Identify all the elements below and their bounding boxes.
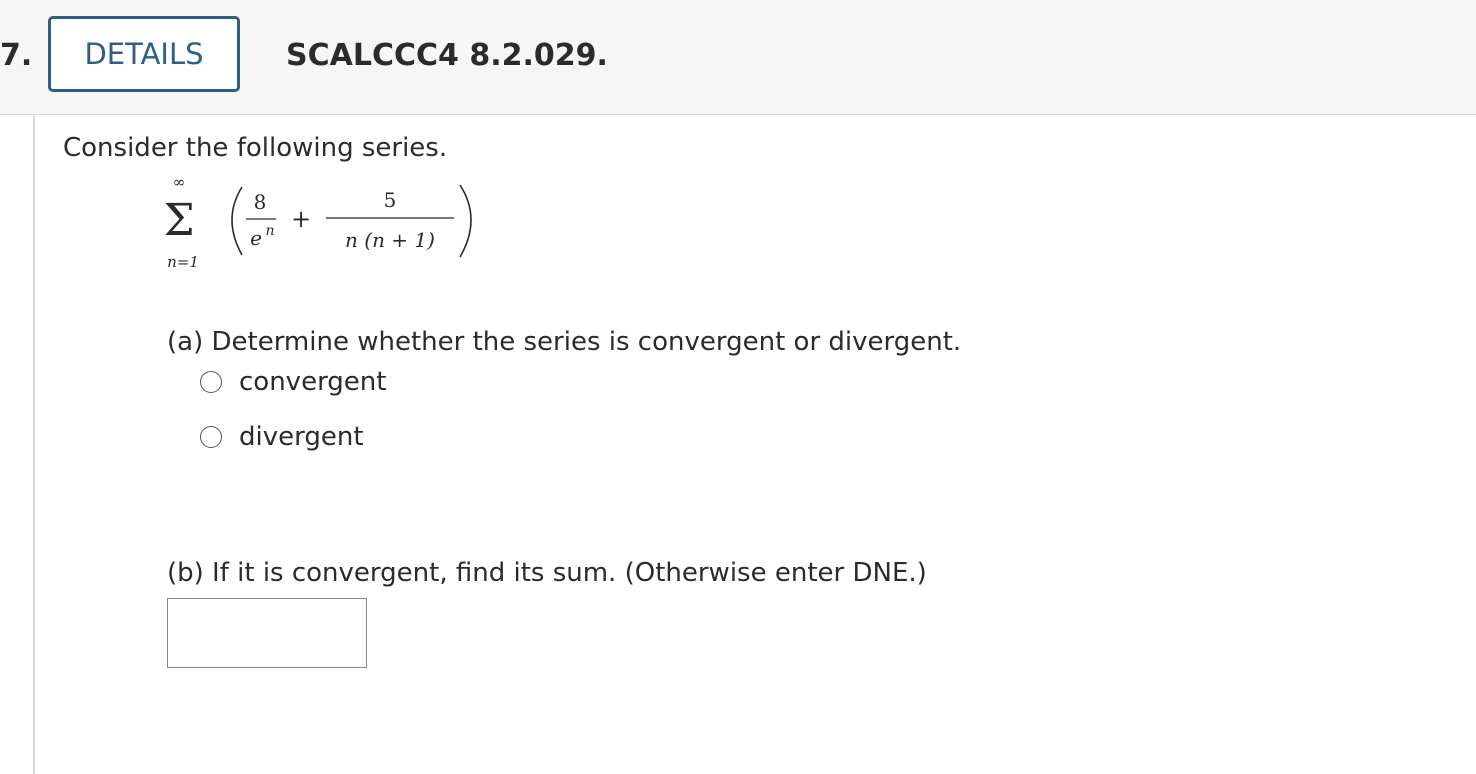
question-header: 7. DETAILS SCALCCC4 8.2.029. (0, 0, 1476, 115)
part-b-prompt: (b) If it is convergent, find its sum. (… (167, 558, 927, 588)
term1-numerator: 8 (254, 190, 267, 214)
problem-id: SCALCCC4 8.2.029. (286, 38, 608, 73)
option-divergent[interactable]: divergent (200, 421, 364, 453)
question-body: Consider the following series. ∞ Σ n=1 8… (0, 115, 1476, 774)
part-a-prompt: (a) Determine whether the series is conv… (167, 327, 962, 357)
series-lower-limit: n=1 (167, 253, 199, 271)
series-formula-graphic: ∞ Σ n=1 8 e n + 5 n (n + 1) (163, 173, 472, 271)
sigma-symbol: Σ (163, 195, 194, 246)
term1-denominator-base: e (250, 226, 262, 250)
term2-numerator: 5 (384, 188, 397, 212)
option-divergent-label[interactable]: divergent (239, 421, 364, 453)
sum-answer-input[interactable] (167, 598, 367, 668)
option-convergent[interactable]: convergent (200, 366, 386, 398)
term1-denominator-exponent: n (265, 223, 274, 239)
left-parenthesis (231, 186, 243, 256)
option-convergent-label[interactable]: convergent (239, 366, 386, 398)
radio-convergent[interactable] (200, 371, 222, 393)
question-number: 7. (0, 38, 33, 73)
plus-operator: + (291, 205, 311, 233)
term2-denominator: n (n + 1) (345, 228, 435, 252)
details-button[interactable]: DETAILS (48, 16, 240, 92)
series-formula: ∞ Σ n=1 8 e n + 5 n (n + 1) (160, 173, 490, 287)
right-parenthesis (459, 184, 472, 258)
series-upper-limit: ∞ (173, 177, 186, 191)
question-intro: Consider the following series. (63, 133, 448, 163)
radio-divergent[interactable] (200, 426, 222, 448)
